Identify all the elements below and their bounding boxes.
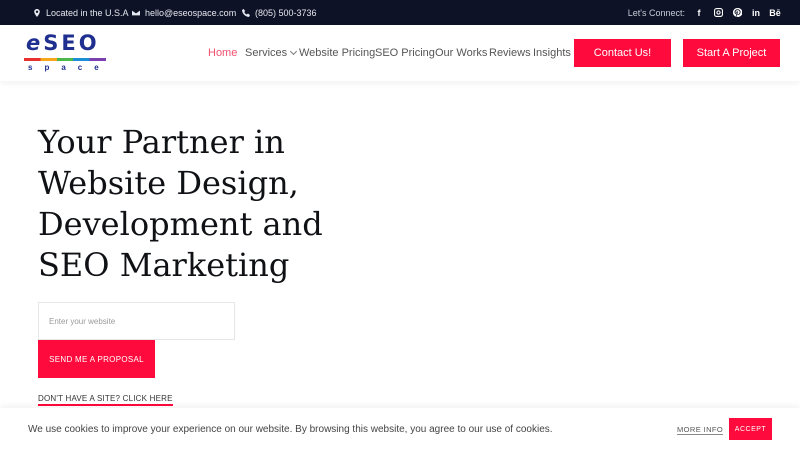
linkedin-icon[interactable]: in bbox=[751, 8, 761, 18]
envelope-icon bbox=[132, 10, 140, 15]
behance-icon[interactable]: Bē bbox=[769, 8, 781, 18]
facebook-icon[interactable]: f bbox=[694, 8, 704, 18]
hero-title-line: Development and bbox=[38, 205, 323, 243]
hero-title-line: Website Design, bbox=[38, 164, 299, 202]
eseo-space-logo[interactable]: eSEO space bbox=[22, 31, 108, 75]
nav-reviews[interactable]: Reviews bbox=[489, 47, 531, 59]
hero-title-line: SEO Marketing bbox=[38, 246, 290, 284]
accept-cookies-button[interactable]: ACCEPT bbox=[729, 418, 772, 440]
email-info[interactable]: hello@eseospace.com bbox=[132, 0, 236, 25]
website-input[interactable] bbox=[38, 302, 235, 340]
more-info-link[interactable]: MORE INFO bbox=[677, 425, 724, 435]
location-text: Located in the U.S.A bbox=[46, 7, 129, 18]
cookie-message: We use cookies to improve your experienc… bbox=[28, 424, 553, 435]
phone-info[interactable]: (805) 500-3736 bbox=[242, 0, 317, 25]
hero-title-line: Your Partner in bbox=[38, 123, 285, 161]
chevron-down-icon bbox=[290, 47, 298, 56]
location-info: Located in the U.S.A bbox=[33, 0, 129, 25]
cookie-banner: We use cookies to improve your experienc… bbox=[0, 408, 800, 450]
send-proposal-button[interactable]: SEND ME A PROPOSAL bbox=[38, 340, 155, 378]
nav-services-label: Services bbox=[245, 47, 288, 59]
nav-seo-pricing[interactable]: SEO Pricing bbox=[375, 47, 435, 59]
nav-services[interactable]: Services bbox=[245, 47, 298, 59]
phone-icon bbox=[242, 8, 250, 17]
nav-our-works[interactable]: Our Works bbox=[435, 47, 487, 59]
pinterest-icon[interactable] bbox=[732, 8, 742, 18]
instagram-icon[interactable] bbox=[713, 8, 723, 18]
email-link[interactable]: hello@eseospace.com bbox=[145, 8, 236, 18]
connect-label: Let's Connect: bbox=[627, 7, 685, 18]
logo-word: eSEO bbox=[26, 31, 100, 55]
top-info-bar: Located in the U.S.A hello@eseospace.com… bbox=[0, 0, 800, 25]
logo-subtext: space bbox=[28, 63, 111, 72]
hero-title: Your Partner in Website Design, Developm… bbox=[38, 122, 368, 286]
site-header: eSEO space Home Services Website Pricing… bbox=[0, 25, 800, 81]
nav-home[interactable]: Home bbox=[208, 47, 237, 59]
social-links: Let's Connect: f in Bē bbox=[627, 0, 781, 25]
map-pin-icon bbox=[34, 8, 40, 17]
start-project-button[interactable]: Start A Project bbox=[683, 39, 780, 67]
no-site-link[interactable]: DON'T HAVE A SITE? CLICK HERE bbox=[38, 394, 173, 406]
contact-us-button[interactable]: Contact Us! bbox=[574, 39, 671, 67]
nav-website-pricing[interactable]: Website Pricing bbox=[299, 47, 375, 59]
phone-link[interactable]: (805) 500-3736 bbox=[255, 8, 317, 18]
logo-color-bar bbox=[24, 58, 106, 61]
nav-insights[interactable]: Insights bbox=[533, 47, 571, 59]
